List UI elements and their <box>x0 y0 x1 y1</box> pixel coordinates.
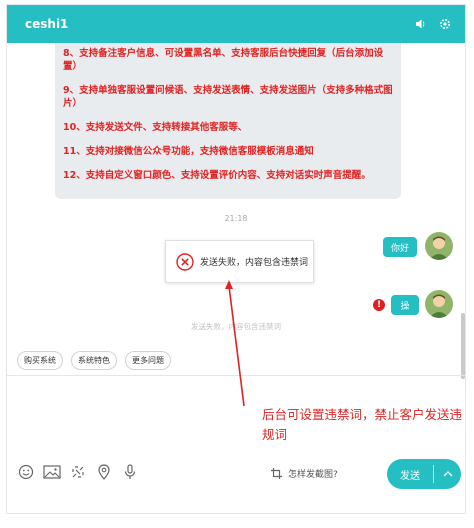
quick-reply-chip[interactable]: 购买系统 <box>17 351 63 370</box>
toast-text: 发送失败，内容包含违禁词 <box>200 258 309 268</box>
speaker-icon[interactable] <box>413 16 429 32</box>
send-label: 发送 <box>400 470 420 482</box>
notice-item: 10、支持发送文件、支持转接其他客服等、 <box>63 122 248 133</box>
chat-header: ceshi1 <box>7 5 465 43</box>
send-button[interactable]: 发送 <box>387 459 461 489</box>
notice-item: 8、支持备注客户信息、可设置黑名单、支持客服后台快捷回复（后台添加设置） <box>63 48 384 72</box>
quick-reply-chip[interactable]: 更多问题 <box>125 351 171 370</box>
error-toast: 发送失败，内容包含违禁词 <box>165 240 314 283</box>
annotation-text: 后台可设置违禁词，禁止客户发送违规词 <box>262 407 463 442</box>
notice-item: 9、支持单独客服设置问候语、支持发送表情、支持发送图片（支持多种格式图片） <box>63 85 393 109</box>
avatar <box>425 232 453 260</box>
gear-icon[interactable] <box>437 16 453 32</box>
scrollbar[interactable] <box>461 313 465 379</box>
screenshot-help-link[interactable]: 怎样发截图? <box>271 467 338 480</box>
location-icon[interactable] <box>95 463 113 481</box>
error-circle-icon <box>176 252 194 271</box>
microphone-icon[interactable] <box>121 463 139 481</box>
input-divider <box>7 375 465 376</box>
crop-icon <box>271 468 282 479</box>
notice-item: 11、支持对接微信公众号功能，支持微信客服模板消息通知 <box>63 146 314 157</box>
send-failed-icon[interactable]: ! <box>373 299 385 311</box>
message-bubble-failed[interactable]: 操 <box>391 295 419 315</box>
chat-title: ceshi1 <box>25 17 69 31</box>
file-icon[interactable] <box>69 463 87 481</box>
notice-item: 12、支持自定义窗口颜色、支持设置评价内容、支持对话实时声音提醒。 <box>63 170 371 181</box>
message-area[interactable]: 8、支持备注客户信息、可设置黑名单、支持客服后台快捷回复（后台添加设置） 9、支… <box>7 43 465 379</box>
message-bubble-sent[interactable]: 你好 <box>383 237 417 257</box>
howto-label: 怎样发截图? <box>288 470 338 480</box>
chevron-up-icon[interactable] <box>434 471 461 477</box>
input-toolbar <box>17 463 139 481</box>
message-timestamp: 21:18 <box>224 214 248 223</box>
avatar <box>425 290 453 318</box>
quick-reply-chip[interactable]: 系统特色 <box>71 351 117 370</box>
quick-replies: 购买系统 系统特色 更多问题 <box>17 351 171 370</box>
send-failed-note: 发送失败，内容包含违禁词 <box>191 322 281 331</box>
emoji-icon[interactable] <box>17 463 35 481</box>
image-icon[interactable] <box>43 463 61 481</box>
feature-notice: 8、支持备注客户信息、可设置黑名单、支持客服后台快捷回复（后台添加设置） 9、支… <box>55 43 401 199</box>
